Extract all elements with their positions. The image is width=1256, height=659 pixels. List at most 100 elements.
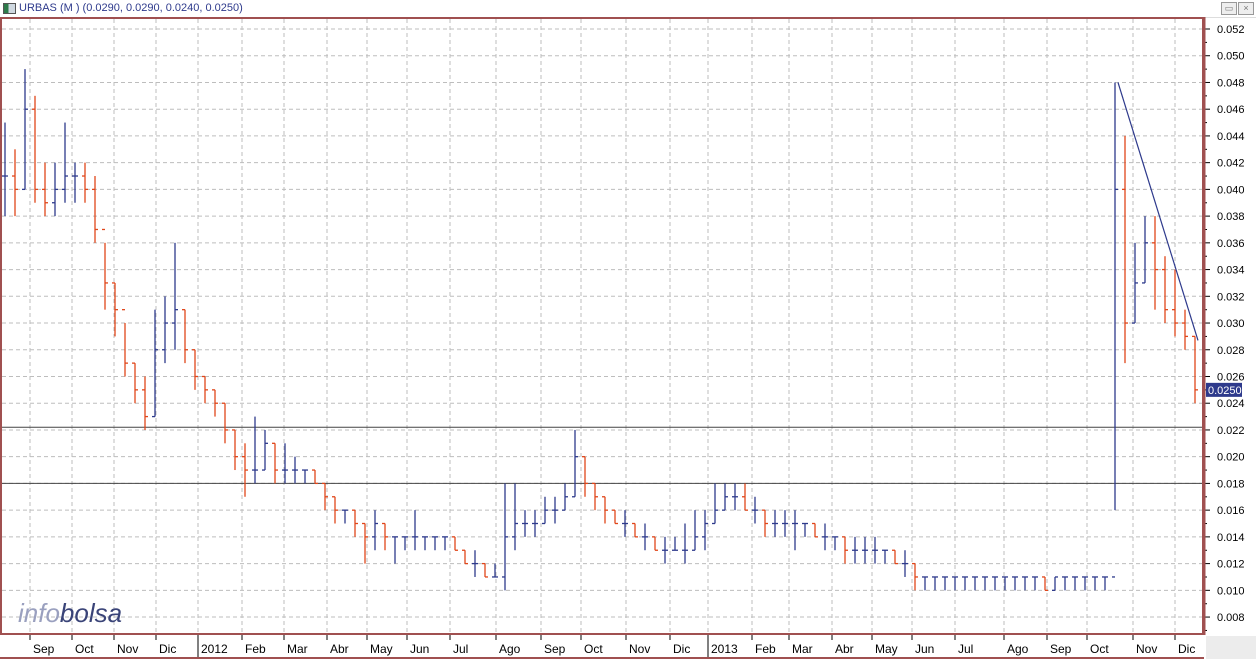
ohlc-bar (912, 562, 918, 591)
ohlc-bar (812, 522, 818, 538)
ohlc-bar (322, 482, 328, 511)
ohlc-bar (1122, 135, 1128, 364)
ohlc-bar (252, 416, 258, 484)
x-tick-label: Abr (330, 642, 349, 656)
y-tick-label: 0.044 (1217, 131, 1245, 143)
x-tick-label: Jul (453, 642, 468, 656)
ohlc-bar (672, 536, 678, 551)
ohlc-bar (262, 429, 268, 471)
ohlc-bar (282, 443, 288, 484)
ohlc-bar (192, 349, 198, 390)
y-tick-label: 0.020 (1217, 452, 1245, 464)
x-tick-label: Ago (499, 642, 521, 656)
ohlc-bar (992, 576, 998, 591)
x-tick-label: May (875, 642, 898, 656)
x-tick-label: Dic (159, 642, 176, 656)
ohlc-bar (32, 95, 38, 203)
ohlc-bar (12, 149, 18, 217)
y-tick-label: 0.036 (1217, 238, 1245, 250)
ohlc-bar (432, 536, 438, 551)
ohlc-bar (902, 550, 908, 577)
x-tick-label: Oct (75, 642, 94, 656)
ohlc-bar (752, 496, 758, 524)
ohlc-bar (632, 522, 638, 538)
ohlc-bar (302, 469, 308, 484)
x-tick-label: Sep (1050, 642, 1072, 656)
restore-icon[interactable]: ▭ (1221, 2, 1237, 15)
y-tick-label: 0.028 (1217, 345, 1245, 357)
x-tick-label: Abr (835, 642, 854, 656)
ohlc-bar (242, 443, 248, 497)
y-axis: 0.052 0.050 0.048 0.046 0.044 0.042 0.040 0.038… (1202, 17, 1245, 635)
ohlc-bar (1152, 216, 1158, 310)
y-tick-label: 0.010 (1217, 585, 1245, 597)
ohlc-bar (602, 496, 608, 524)
ohlc-bar (892, 549, 898, 565)
ohlc-bar (1052, 576, 1058, 591)
ohlc-bar (742, 483, 748, 511)
support-lines (2, 426, 1202, 484)
ohlc-bar (1142, 216, 1148, 284)
close-icon[interactable]: × (1238, 2, 1254, 15)
ohlc-bar (472, 550, 478, 577)
ohlc-bar (762, 509, 768, 537)
ohlc-bar (832, 536, 838, 551)
y-tick-label: 0.034 (1217, 265, 1245, 277)
x-tick-label: Oct (1090, 642, 1109, 656)
ohlc-bar (1002, 576, 1008, 591)
ohlc-bar (1062, 576, 1068, 591)
y-tick-label: 0.030 (1217, 318, 1245, 330)
x-axis: Sep Oct Nov Dic 2012 Feb Mar Abr May Jun Jul Ago Sep… (29, 635, 1195, 658)
y-tick-label: 0.016 (1217, 505, 1245, 517)
ohlc-bar (732, 483, 738, 511)
ohlc-bar (162, 296, 168, 364)
corner-area (1206, 636, 1256, 659)
ohlc-bar (1132, 242, 1138, 324)
price-chart: infobolsa 0.052 0.050 0.048 0.046 0.044 0.042… (0, 17, 1256, 659)
ohlc-bar (22, 69, 28, 191)
ohlc-bar (362, 522, 368, 564)
ohlc-bar (662, 536, 668, 564)
ohlc-bar (972, 576, 978, 591)
x-tick-label: Oct (584, 642, 603, 656)
ohlc-bar (722, 483, 728, 511)
ohlc-bar (532, 510, 538, 537)
x-tick-label: Ago (1007, 642, 1029, 656)
y-tick-label: 0.040 (1217, 184, 1245, 196)
x-tick-label: Sep (544, 642, 566, 656)
x-tick-label: Sep (33, 642, 55, 656)
ohlc-bar (1022, 576, 1028, 591)
trendline-segment (1117, 82, 1199, 341)
ohlc-bar (692, 510, 698, 551)
ohlc-bar (112, 282, 118, 337)
x-tick-label: Mar (287, 642, 308, 656)
y-tick-label: 0.042 (1217, 158, 1245, 170)
ohlc-bar (1112, 82, 1118, 578)
infobolsa-watermark: infobolsa (18, 598, 122, 628)
x-tick-label: May (370, 642, 393, 656)
ohlc-bar (922, 576, 928, 591)
ohlc-bar (442, 536, 448, 551)
ohlc-bar (342, 509, 348, 524)
x-tick-label: Nov (629, 642, 650, 656)
x-tick-label: 2013 (711, 642, 738, 656)
ohlc-bar (642, 523, 648, 551)
ohlc-bar (592, 482, 598, 511)
ohlc-bar (552, 496, 558, 524)
x-tick-label: Feb (755, 642, 776, 656)
ohlc-bar (682, 523, 688, 564)
ohlc-bar (372, 510, 378, 551)
plot-frame (0, 17, 1204, 635)
ohlc-bar (942, 576, 948, 591)
y-tick-label: 0.046 (1217, 104, 1245, 116)
x-tick-label: Mar (792, 642, 813, 656)
ohlc-bar (1032, 576, 1038, 591)
x-tick-label: Jul (958, 642, 973, 656)
x-tick-label: Jun (410, 642, 429, 656)
ohlc-bar (392, 536, 398, 564)
ohlc-bar (962, 576, 968, 591)
ohlc-bars (2, 69, 1198, 591)
ohlc-bar (572, 429, 578, 498)
ohlc-bar (482, 562, 488, 578)
y-tick-label: 0.018 (1217, 478, 1245, 490)
